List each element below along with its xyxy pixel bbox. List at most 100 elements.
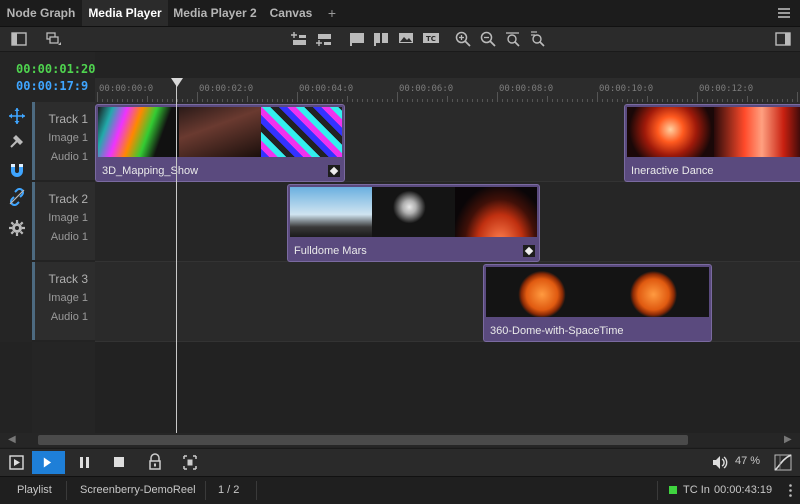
timecode-marker-icon[interactable]: TC [422, 30, 440, 48]
keyframe-diamond-icon[interactable] [523, 245, 535, 257]
page-counter: 1 / 2 [218, 484, 240, 496]
separator [657, 481, 658, 500]
playhead-handle[interactable] [171, 78, 183, 87]
more-options-icon[interactable] [789, 484, 792, 497]
add-track-below-icon[interactable] [315, 30, 333, 48]
ruler-tick [697, 92, 698, 102]
clip-fulldome-mars[interactable]: Fulldome Mars [287, 184, 540, 262]
ruler-label: 00:00:10:0 [599, 84, 654, 94]
separator [205, 481, 206, 500]
lock-icon[interactable] [140, 451, 170, 474]
thumbnail-image [486, 267, 598, 317]
keyframe-diamond-icon[interactable] [328, 165, 340, 177]
track-header-2[interactable]: Track 2 Image 1 Audio 1 [32, 182, 95, 260]
track-name: Track 1 [48, 112, 88, 126]
curve-editor-icon[interactable] [768, 451, 798, 474]
layers-icon[interactable] [44, 30, 62, 48]
hamburger-menu-icon[interactable] [778, 8, 790, 18]
zoom-fit-icon[interactable] [504, 30, 522, 48]
fit-view-icon[interactable] [175, 451, 205, 474]
ruler-tick [97, 92, 98, 102]
horizontal-scrollbar[interactable]: ◀ ▶ [0, 433, 800, 447]
tc-in-value: 00:00:43:19 [714, 484, 773, 496]
clip-360-dome-spacetime[interactable]: 360-Dome-with-SpaceTime [483, 264, 712, 342]
zoom-out-icon[interactable] [479, 30, 497, 48]
tab-canvas[interactable]: Canvas [262, 0, 320, 26]
thumbnail-image [98, 107, 180, 157]
zoom-in-icon[interactable] [454, 30, 472, 48]
clip-thumbnails [486, 267, 709, 317]
razor-tool-icon[interactable] [8, 132, 26, 150]
unlink-icon[interactable] [8, 188, 26, 206]
ruler-label: 00:00:06:0 [399, 84, 454, 94]
ruler-tick [597, 92, 598, 102]
clip-name: Ineractive Dance [631, 165, 714, 177]
play-frame-icon[interactable] [2, 451, 32, 474]
track-image-label: Image 1 [48, 132, 88, 144]
settings-gear-icon[interactable] [8, 219, 26, 237]
clip-3d-mapping-show[interactable]: 3D_Mapping_Show [95, 104, 345, 182]
tab-media-player[interactable]: Media Player [82, 0, 168, 26]
ruler-label: 00:00:04:0 [299, 84, 354, 94]
clip-name: Fulldome Mars [294, 245, 367, 257]
track-audio-label: Audio 1 [50, 231, 88, 243]
track-header-3[interactable]: Track 3 Image 1 Audio 1 [32, 262, 95, 340]
ruler-tick [497, 92, 498, 102]
ruler-tick [397, 92, 398, 102]
thumbnail-image [179, 107, 261, 157]
thumbnail-image [372, 187, 455, 237]
thumbnail-image [290, 187, 373, 237]
play-button[interactable] [32, 451, 65, 474]
add-tab-button[interactable]: + [322, 0, 342, 26]
current-timecode: 00:00:01:20 [16, 62, 96, 76]
ruler-tick [797, 92, 798, 102]
toggle-right-panel-icon[interactable] [774, 30, 792, 48]
playhead-line[interactable] [176, 78, 177, 433]
add-track-above-icon[interactable] [290, 30, 308, 48]
playlist-label[interactable]: Playlist [17, 484, 52, 496]
image-marker-icon[interactable] [397, 30, 415, 48]
scroll-right-icon[interactable]: ▶ [784, 434, 792, 445]
move-tool-icon[interactable] [8, 107, 26, 125]
pause-button[interactable] [70, 451, 100, 474]
volume-percent: 47 % [735, 455, 761, 467]
thumbnail-image [597, 267, 709, 317]
tc-status-indicator [669, 486, 677, 494]
tab-media-player-2[interactable]: Media Player 2 [168, 0, 262, 26]
split-marker-icon[interactable] [372, 30, 390, 48]
thumbnail-image [627, 107, 714, 157]
ruler-tick [197, 92, 198, 102]
thumbnail-image [454, 187, 537, 237]
clip-interactive-dance[interactable]: Ineractive Dance [624, 104, 800, 182]
time-ruler[interactable]: 00:00:00:0 00:00:02:0 00:00:04:0 00:00:0… [95, 78, 800, 103]
tab-node-graph[interactable]: Node Graph [0, 0, 82, 26]
clip-name: 3D_Mapping_Show [102, 165, 199, 177]
toolbar: TC [0, 27, 800, 52]
snap-magnet-icon[interactable] [8, 162, 26, 180]
marker-icon[interactable] [348, 30, 366, 48]
scrollbar-thumb[interactable] [38, 435, 688, 445]
timeline-tools [0, 102, 32, 342]
ruler-label: 00:00:08:0 [499, 84, 554, 94]
scroll-left-icon[interactable]: ◀ [8, 434, 16, 445]
clip-name: 360-Dome-with-SpaceTime [490, 325, 624, 337]
ruler-label: 00:00:12:0 [699, 84, 754, 94]
timecode-display: 00:00:01:20 00:00:17:9 [0, 52, 95, 102]
zoom-reset-icon[interactable] [528, 30, 546, 48]
track-header-1[interactable]: Track 1 Image 1 Audio 1 [32, 102, 95, 180]
clip-thumbnails [98, 107, 342, 157]
track-name: Track 2 [48, 192, 88, 206]
track-header-empty [32, 342, 95, 433]
volume-icon[interactable] [706, 451, 736, 474]
toggle-left-panel-icon[interactable] [10, 30, 28, 48]
track-image-label: Image 1 [48, 212, 88, 224]
project-name[interactable]: Screenberry-DemoReel [80, 484, 196, 496]
svg-text:TC: TC [426, 35, 436, 43]
timeline-empty-area[interactable] [95, 342, 800, 433]
duration-timecode: 00:00:17:9 [16, 79, 89, 93]
stop-button[interactable] [104, 451, 134, 474]
ruler-tick [297, 92, 298, 102]
thumbnail-image [260, 107, 342, 157]
separator [66, 481, 67, 500]
separator [256, 481, 257, 500]
